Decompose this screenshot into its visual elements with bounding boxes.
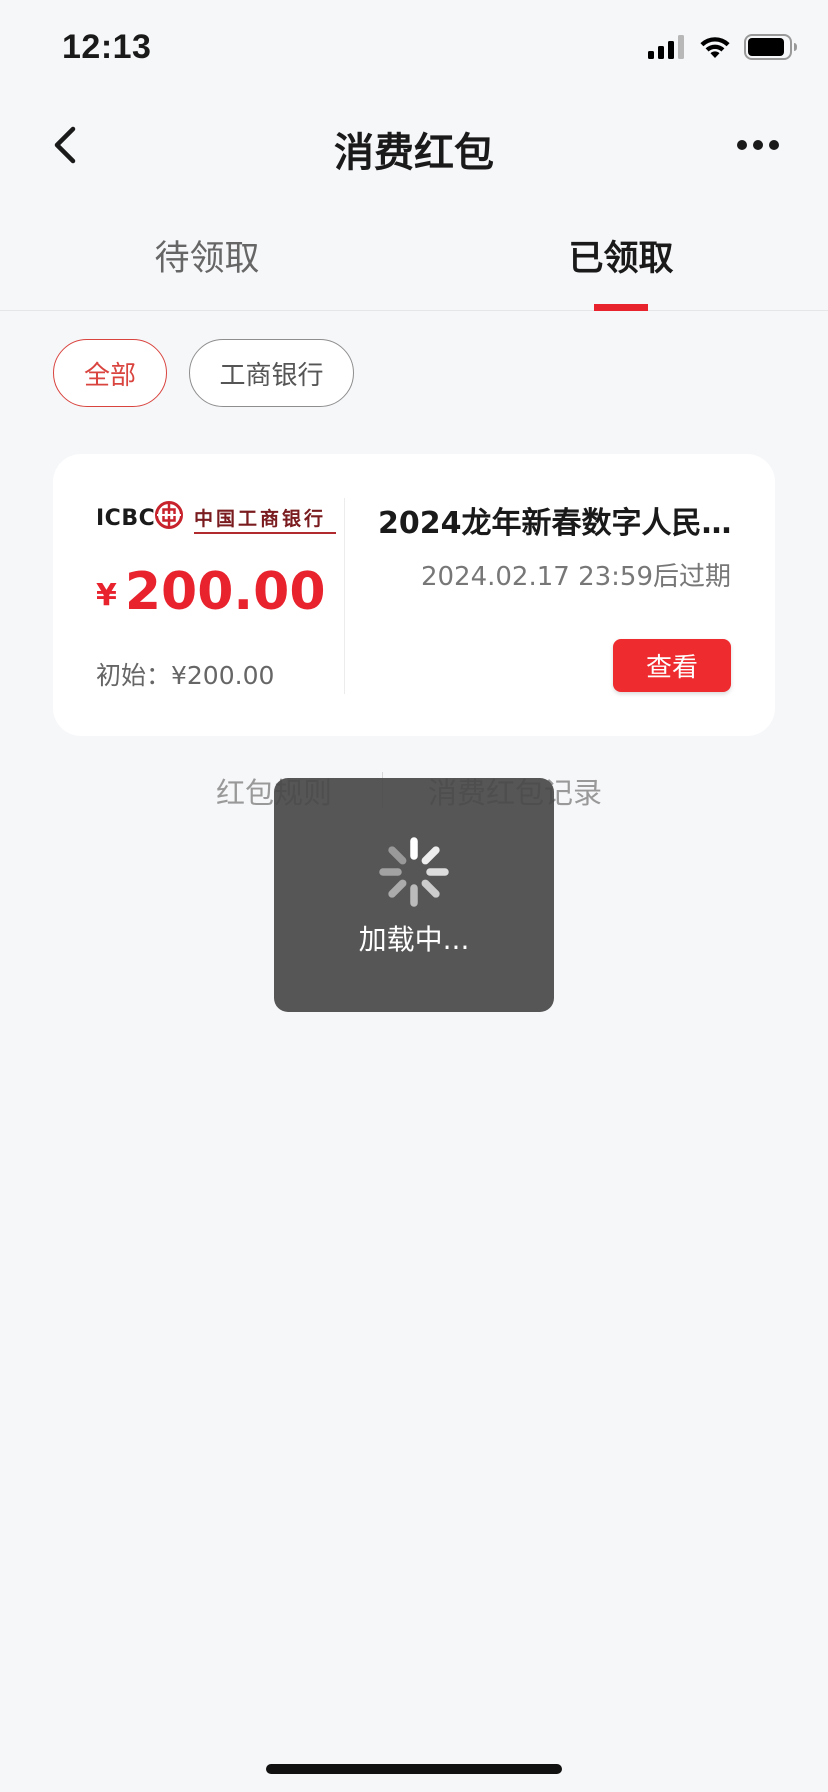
logo-underline <box>194 532 336 534</box>
currency-symbol: ¥ <box>96 578 117 613</box>
coupon-title: 2024龙年新春数字人民… <box>378 506 732 541</box>
tab-received[interactable]: 已领取 <box>514 230 728 281</box>
initial-amount: 初始：¥200.00 <box>96 661 275 690</box>
status-bar: 12:13 <box>0 0 828 100</box>
cellular-signal-icon <box>648 35 684 59</box>
loading-spinner-icon <box>379 837 449 907</box>
loading-text: 加载中... <box>358 923 470 956</box>
page-title: 消费红包 <box>334 130 494 176</box>
loading-toast: 加载中... <box>274 778 554 1012</box>
active-tab-indicator <box>594 304 648 311</box>
battery-icon <box>744 34 797 60</box>
more-button[interactable] <box>728 120 788 170</box>
home-indicator[interactable] <box>266 1764 562 1774</box>
tab-pending[interactable]: 待领取 <box>100 230 314 281</box>
bank-logo-cn: 中国工商银行 <box>194 508 327 530</box>
status-time: 12:13 <box>62 28 152 66</box>
coupon-card[interactable]: ICBC 中国工商银行 ¥200.00 初始：¥200.00 2024龙年新春数… <box>53 454 775 736</box>
filter-icbc-chip[interactable]: 工商银行 <box>189 339 354 407</box>
tab-bar: 待领取 已领取 <box>0 190 828 311</box>
view-button[interactable]: 查看 <box>613 639 731 692</box>
card-divider <box>344 498 345 694</box>
icbc-emblem-icon <box>155 501 183 529</box>
amount-value: 200.00 <box>124 562 326 622</box>
status-icons <box>648 34 798 60</box>
filter-all-chip[interactable]: 全部 <box>53 339 167 407</box>
bank-logo-en: ICBC <box>96 506 156 531</box>
nav-bar: 消费红包 <box>0 100 828 190</box>
wifi-icon <box>700 37 730 58</box>
more-horizontal-icon <box>737 140 779 150</box>
expiry-text: 2024.02.17 23:59后过期 <box>420 562 731 592</box>
coupon-amount: ¥200.00 <box>96 562 326 622</box>
icbc-logo: ICBC 中国工商银行 <box>96 498 336 538</box>
